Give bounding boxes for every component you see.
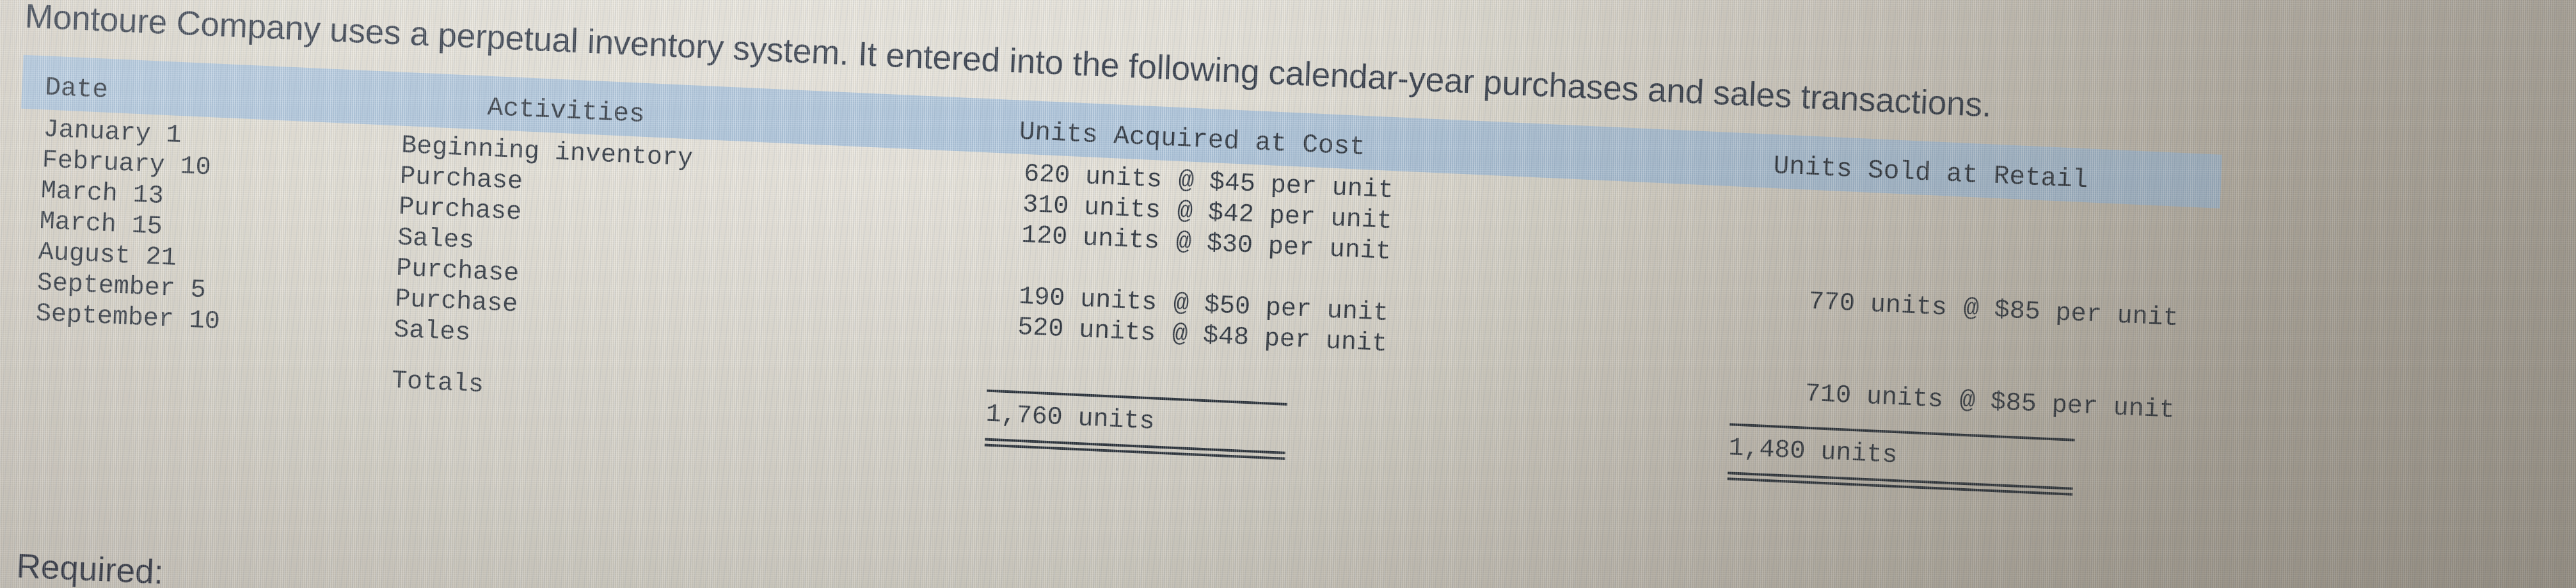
sold-price <box>1949 253 1966 254</box>
sold-units <box>1782 276 1948 284</box>
total-rule-bottom <box>984 438 1285 460</box>
sold-units <box>1785 215 1951 223</box>
acq-price <box>1154 370 1171 371</box>
acq-units <box>992 271 1158 279</box>
total-acquired-value: 1,760 units <box>985 400 1156 437</box>
document-page: Montoure Company uses a perpetual invent… <box>0 0 2573 588</box>
sold-units <box>1783 246 1950 253</box>
screen-photo: Montoure Company uses a perpetual invent… <box>0 0 2576 588</box>
sold-units <box>1779 338 1946 346</box>
required-heading: Required: <box>15 547 164 588</box>
acq-units <box>988 363 1154 371</box>
total-sold-value: 1,480 units <box>1728 434 1898 471</box>
sold-units <box>1778 369 1944 376</box>
total-sold-rule-bottom <box>1727 472 2073 496</box>
sold-price <box>1948 284 1964 285</box>
sold-price <box>1945 345 1962 346</box>
acq-price <box>1158 279 1175 280</box>
